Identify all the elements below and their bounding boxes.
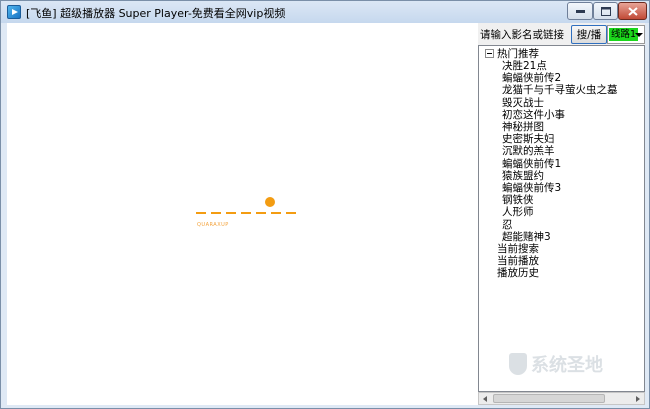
tree-group-label: 热门推荐 — [497, 48, 539, 60]
tree-item[interactable]: 超能赌神3 — [502, 231, 551, 243]
scrollbar-thumb[interactable] — [493, 394, 605, 403]
tree-root-item[interactable]: 当前搜索 — [497, 243, 539, 255]
app-window: [飞鱼] 超级播放器 Super Player-免费看全网vip视频 QUARA… — [0, 0, 650, 409]
tree-item[interactable]: 钢铁侠 — [502, 194, 534, 206]
tree-item[interactable]: 决胜21点 — [502, 60, 547, 72]
loading-dash — [256, 212, 266, 214]
tree-item[interactable]: 神秘拼图 — [502, 121, 544, 133]
minimize-icon — [575, 9, 585, 13]
movie-tree[interactable]: 热门推荐 决胜21点 蝙蝠侠前传2 龙猫千与千寻萤火虫之墓 毁灭战士 初恋这件小事 神秘拼… — [478, 45, 645, 392]
tree-item[interactable]: 蝙蝠侠前传2 — [502, 72, 561, 84]
close-button[interactable] — [618, 2, 647, 20]
tree-item[interactable]: 蝙蝠侠前传1 — [502, 158, 561, 170]
chevron-down-icon — [635, 33, 643, 37]
loading-dash — [196, 212, 206, 214]
loading-dash — [226, 212, 236, 214]
title-bar[interactable]: [飞鱼] 超级播放器 Super Player-免费看全网vip视频 — [1, 1, 649, 23]
loading-dash — [286, 212, 296, 214]
loading-dash — [211, 212, 221, 214]
close-icon — [627, 6, 638, 16]
tree-item[interactable]: 初恋这件小事 — [502, 109, 565, 121]
video-player[interactable]: QUARAXUP — [7, 23, 478, 405]
maximize-icon — [600, 6, 611, 16]
tree-item[interactable]: 猿族盟约 — [502, 170, 544, 182]
search-label: 请输入影名或链接 — [480, 29, 564, 41]
minimize-button[interactable] — [567, 2, 593, 20]
line-select-value: 线路1 — [609, 28, 639, 41]
tree-item[interactable]: 沉默的羔羊 — [502, 145, 555, 157]
tree-item[interactable]: 毁灭战士 — [502, 97, 544, 109]
tree-root-item[interactable]: 播放历史 — [497, 267, 539, 279]
loading-dash — [241, 212, 251, 214]
tree-root-item[interactable]: 当前播放 — [497, 255, 539, 267]
scroll-right-icon[interactable] — [636, 396, 640, 402]
loader-label: QUARAXUP — [197, 222, 229, 228]
tree-item[interactable]: 人形师 — [502, 206, 534, 218]
horizontal-scrollbar[interactable] — [478, 392, 645, 405]
loading-dash — [271, 212, 281, 214]
loading-indicator — [196, 212, 296, 214]
client-area: QUARAXUP 请输入影名或链接 搜/播 线路1 热门推荐 决胜21点 蝙蝠侠前… — [7, 23, 645, 405]
search-play-button[interactable]: 搜/播 — [571, 25, 607, 44]
maximize-button[interactable] — [593, 2, 618, 20]
tree-group-hot[interactable]: 热门推荐 — [485, 48, 539, 60]
side-panel: 请输入影名或链接 搜/播 线路1 热门推荐 决胜21点 蝙蝠侠前传2 龙猫千与千寻萤… — [478, 23, 645, 405]
loading-dot-icon — [265, 197, 275, 207]
collapse-icon[interactable] — [485, 48, 494, 58]
scroll-left-icon[interactable] — [483, 396, 487, 402]
tree-item[interactable]: 蝙蝠侠前传3 — [502, 182, 561, 194]
tree-item[interactable]: 忍 — [502, 219, 513, 231]
tree-item[interactable]: 史密斯夫妇 — [502, 133, 555, 145]
line-select[interactable]: 线路1 — [607, 25, 645, 44]
window-title: [飞鱼] 超级播放器 Super Player-免费看全网vip视频 — [26, 7, 286, 20]
tree-item[interactable]: 龙猫千与千寻萤火虫之墓 — [502, 84, 618, 96]
app-icon — [7, 5, 21, 19]
